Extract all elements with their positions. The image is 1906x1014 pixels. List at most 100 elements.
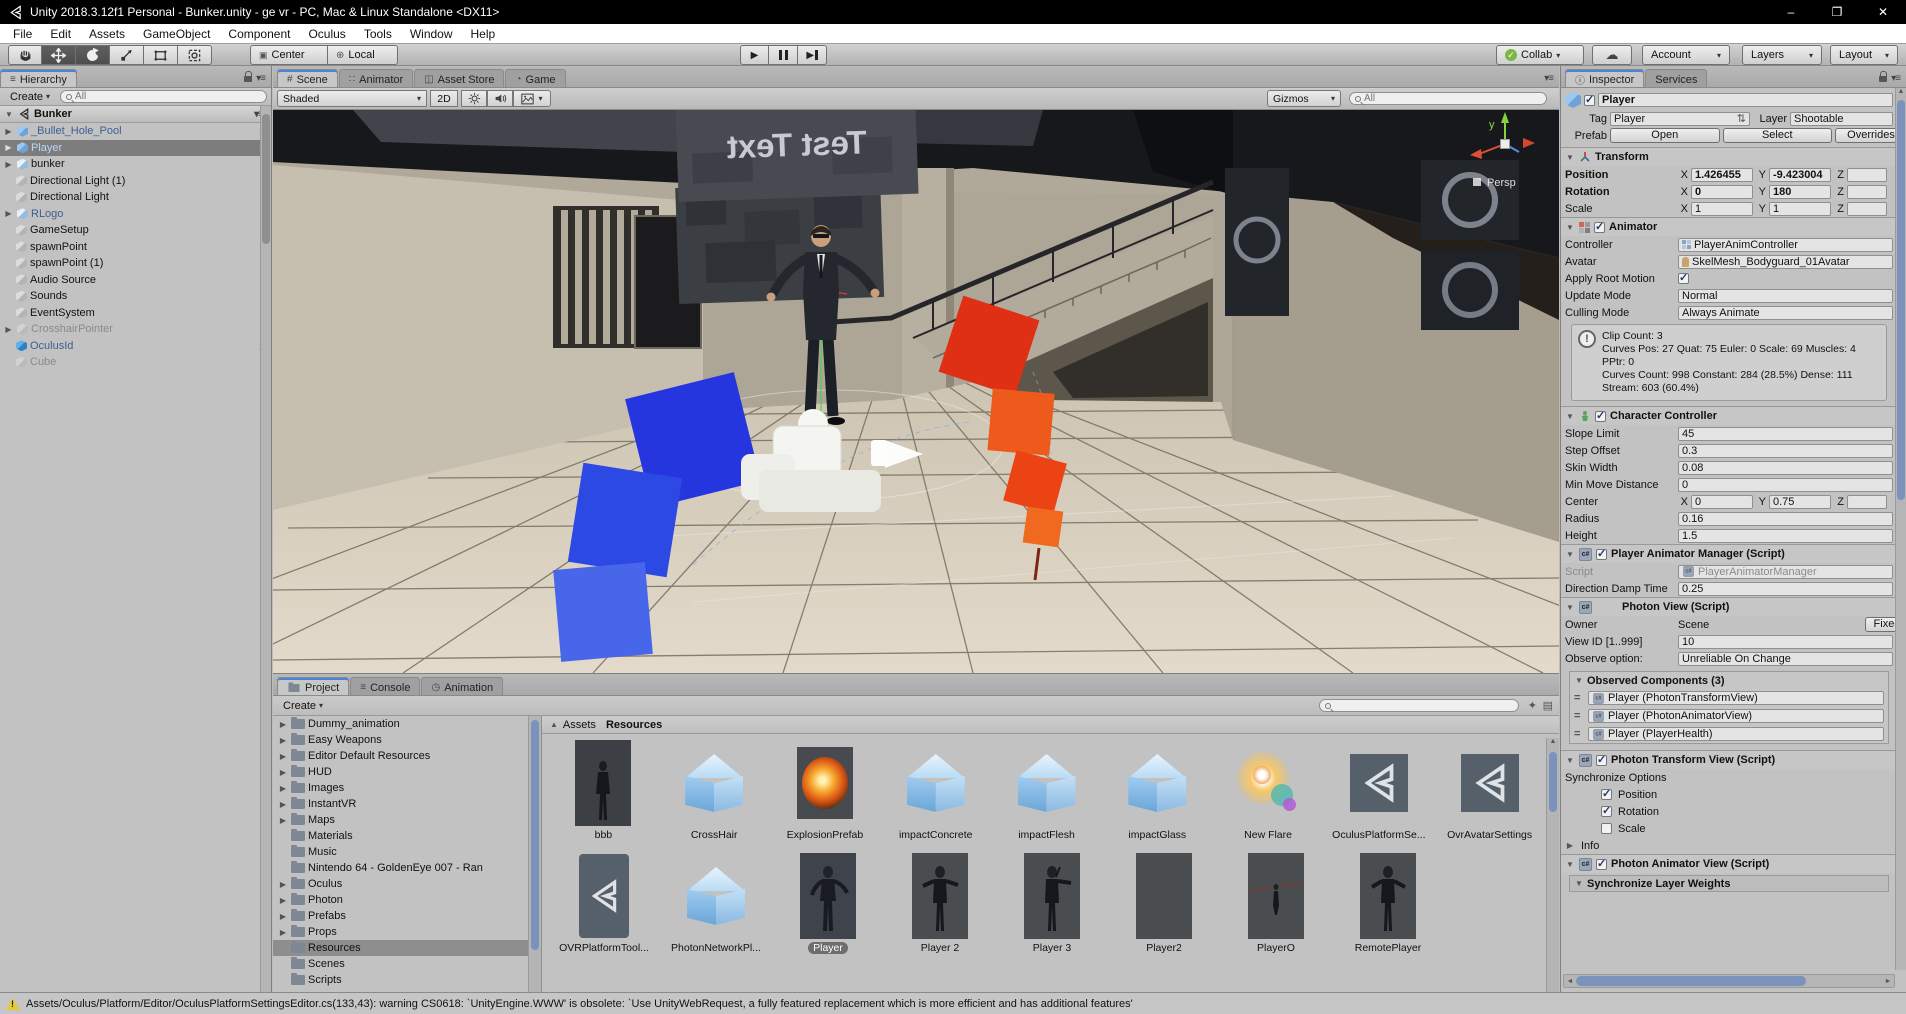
- menu-assets[interactable]: Assets: [80, 27, 134, 41]
- enabled-checkbox[interactable]: [1594, 222, 1605, 233]
- hierarchy-item-directional-light[interactable]: Directional Light: [0, 189, 271, 206]
- tab-services[interactable]: Services: [1645, 69, 1707, 87]
- center-y-field[interactable]: 0.75: [1769, 495, 1831, 509]
- hierarchy-item-bunker[interactable]: ▶ bunker: [0, 156, 271, 173]
- hierarchy-item-rlogo[interactable]: ▶ RLogo: [0, 206, 271, 223]
- asset-playero[interactable]: PlayerO: [1220, 851, 1332, 954]
- asset-player2[interactable]: Player2: [1108, 851, 1220, 954]
- hierarchy-item-cube[interactable]: Cube: [0, 354, 271, 371]
- position-y-field[interactable]: -9.423004: [1769, 168, 1831, 182]
- tab-animation[interactable]: ◷ Animation: [421, 677, 503, 695]
- scale-x-field[interactable]: 1: [1691, 202, 1753, 216]
- pivot-toggle-button[interactable]: ▣ Center: [250, 45, 328, 65]
- asset-impactglass[interactable]: impactGlass: [1102, 738, 1213, 841]
- view-id-field[interactable]: 10: [1678, 635, 1893, 649]
- step-offset-field[interactable]: 0.3: [1678, 444, 1893, 458]
- avatar-object-field[interactable]: SkelMesh_Bodyguard_01Avatar: [1678, 255, 1893, 269]
- tab-asset-store[interactable]: ◫ Asset Store: [414, 69, 504, 87]
- play-button[interactable]: ▶: [740, 45, 769, 65]
- tab-project[interactable]: Project: [277, 677, 349, 695]
- radius-field[interactable]: 0.16: [1678, 512, 1893, 526]
- tab-hierarchy[interactable]: ≡ Hierarchy: [0, 69, 77, 87]
- prefab-open-button[interactable]: Open: [1610, 128, 1720, 143]
- foldout-icon[interactable]: ▼: [1565, 603, 1575, 612]
- menu-edit[interactable]: Edit: [41, 27, 80, 41]
- apply-root-motion-checkbox[interactable]: [1678, 273, 1689, 284]
- rotation-y-field[interactable]: 180: [1769, 185, 1831, 199]
- observe-option-dropdown[interactable]: Unreliable On Change: [1678, 652, 1893, 666]
- panel-menu-icon[interactable]: ▾≡: [256, 73, 265, 84]
- scale-tool-button[interactable]: [110, 45, 144, 65]
- collab-button[interactable]: ✓ Collab ▾: [1496, 45, 1584, 65]
- project-search[interactable]: [1319, 699, 1519, 712]
- foldout-icon[interactable]: ▼: [1565, 860, 1575, 869]
- hierarchy-item-directional-light-1[interactable]: Directional Light (1): [0, 173, 271, 190]
- foldout-icon[interactable]: ▶: [1565, 841, 1575, 850]
- menu-file[interactable]: File: [4, 27, 41, 41]
- asset-player-2[interactable]: Player 2: [884, 851, 996, 954]
- sync-position-checkbox[interactable]: [1601, 789, 1612, 800]
- breadcrumb-assets[interactable]: Assets: [563, 719, 596, 731]
- cloud-button[interactable]: ☁: [1592, 45, 1632, 65]
- prefab-overrides-button[interactable]: Overrides: [1835, 128, 1897, 143]
- tag-dropdown[interactable]: Player ⇅: [1610, 112, 1750, 126]
- menu-window[interactable]: Window: [401, 27, 462, 41]
- inspector-v-scrollbar[interactable]: ▲: [1895, 88, 1906, 970]
- folder-instantvr[interactable]: ▶InstantVR: [273, 796, 541, 812]
- owner-fixed-button[interactable]: Fixed: [1865, 617, 1897, 632]
- hierarchy-item-sounds[interactable]: Sounds: [0, 288, 271, 305]
- min-move-distance-field[interactable]: 0: [1678, 478, 1893, 492]
- rotation-x-field[interactable]: 0: [1691, 185, 1753, 199]
- folder-images[interactable]: ▶Images: [273, 780, 541, 796]
- drag-handle-icon[interactable]: =: [1574, 692, 1584, 704]
- asset-impactconcrete[interactable]: impactConcrete: [880, 738, 991, 841]
- menu-oculus[interactable]: Oculus: [299, 27, 354, 41]
- foldout-icon[interactable]: ▼: [1565, 412, 1575, 421]
- height-field[interactable]: 1.5: [1678, 529, 1893, 543]
- layer-dropdown[interactable]: Shootable: [1790, 112, 1893, 126]
- panel-menu-icon[interactable]: ▾≡: [1544, 73, 1553, 84]
- transform-tool-button[interactable]: [178, 45, 212, 65]
- asset-crosshair[interactable]: CrossHair: [659, 738, 770, 841]
- hierarchy-item-crosshairpointer[interactable]: ▶ CrosshairPointer: [0, 321, 271, 338]
- folder-easy-weapons[interactable]: ▶Easy Weapons: [273, 732, 541, 748]
- folder-music[interactable]: Music: [273, 844, 541, 860]
- scroll-up-icon[interactable]: ▲: [1896, 88, 1906, 95]
- tab-scene[interactable]: # Scene: [277, 69, 338, 87]
- tab-inspector[interactable]: ⓘ Inspector: [1565, 69, 1644, 87]
- lighting-toggle-button[interactable]: [461, 90, 487, 107]
- asset-player-3[interactable]: Player 3: [996, 851, 1108, 954]
- gameobject-name-field[interactable]: Player: [1598, 93, 1893, 107]
- folder-photon[interactable]: ▶Photon: [273, 892, 541, 908]
- foldout-icon[interactable]: ▼: [1574, 879, 1584, 888]
- panel-menu-icon[interactable]: ▾≡: [1891, 73, 1900, 84]
- hierarchy-item-eventsystem[interactable]: EventSystem: [0, 305, 271, 322]
- asset-impactflesh[interactable]: impactFlesh: [991, 738, 1102, 841]
- lock-icon[interactable]: [1879, 76, 1887, 82]
- scale-y-field[interactable]: 1: [1769, 202, 1831, 216]
- asset-ovravatarsettings[interactable]: OvrAvatarSettings: [1434, 738, 1545, 841]
- menu-gameobject[interactable]: GameObject: [134, 27, 219, 41]
- hierarchy-scrollbar[interactable]: [260, 106, 271, 992]
- info-foldout-label[interactable]: Info: [1581, 840, 1599, 852]
- hierarchy-item-spawnpoint-1[interactable]: spawnPoint (1): [0, 255, 271, 272]
- folder-resources[interactable]: Resources: [273, 940, 541, 956]
- folder-maps[interactable]: ▶Maps: [273, 812, 541, 828]
- space-toggle-button[interactable]: ⊕ Local: [328, 45, 398, 65]
- asset-remoteplayer[interactable]: RemotePlayer: [1332, 851, 1444, 954]
- scale-z-field[interactable]: [1847, 202, 1887, 216]
- drag-handle-icon[interactable]: =: [1574, 728, 1584, 740]
- center-z-field[interactable]: [1847, 495, 1887, 509]
- move-tool-button[interactable]: [42, 45, 76, 65]
- folder-oculus[interactable]: ▶Oculus: [273, 876, 541, 892]
- foldout-icon[interactable]: ▼: [1565, 756, 1575, 765]
- minimize-button[interactable]: –: [1768, 0, 1814, 24]
- layers-dropdown[interactable]: Layers ▾: [1742, 45, 1822, 65]
- pause-button[interactable]: [769, 45, 798, 65]
- enabled-checkbox[interactable]: [1595, 411, 1606, 422]
- sync-rotation-checkbox[interactable]: [1601, 806, 1612, 817]
- controller-object-field[interactable]: PlayerAnimController: [1678, 238, 1893, 252]
- breadcrumb-resources[interactable]: Resources: [606, 719, 662, 731]
- scroll-left-icon[interactable]: ◄: [1564, 978, 1576, 985]
- status-bar[interactable]: Assets/Oculus/Platform/Editor/OculusPlat…: [0, 992, 1906, 1014]
